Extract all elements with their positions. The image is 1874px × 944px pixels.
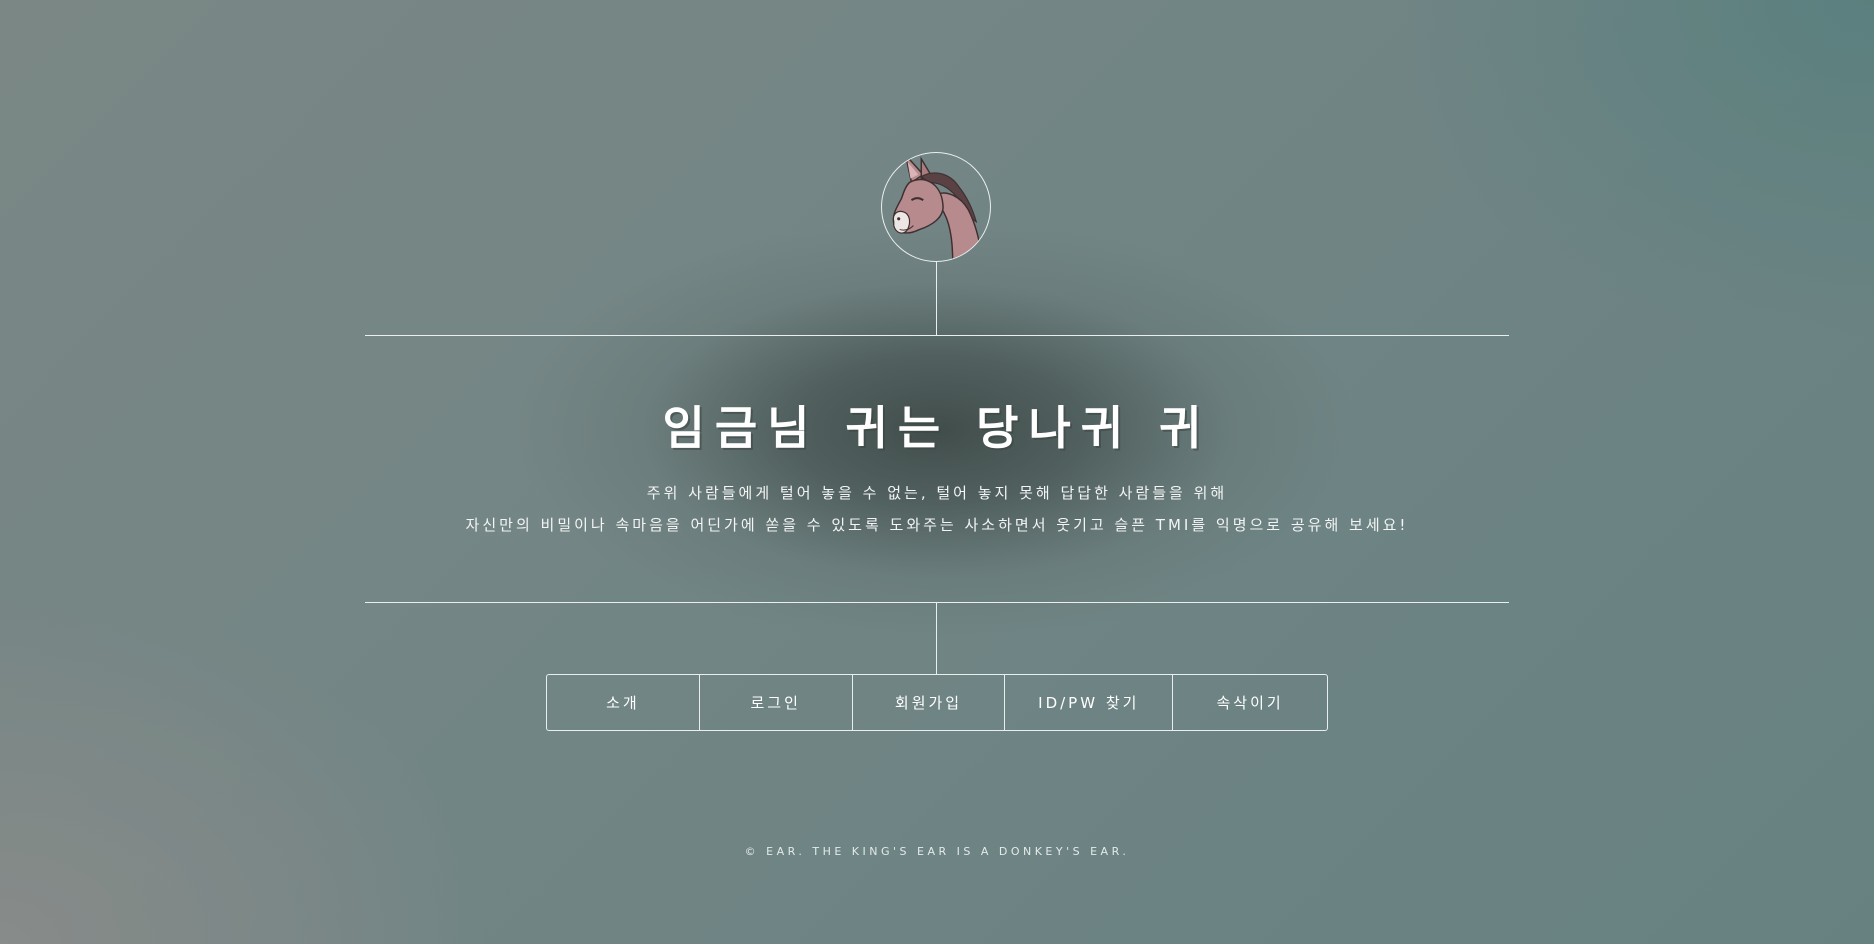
connector-line-top (936, 262, 937, 335)
main-menu: 소개 로그인 회원가입 ID/PW 찾기 속삭이기 (546, 674, 1328, 731)
divider-top (365, 335, 1509, 336)
footer-copyright: © EAR. THE KING'S EAR IS A DONKEY'S EAR. (744, 845, 1130, 858)
description-line-1: 주위 사람들에게 털어 놓을 수 없는, 털어 놓지 못해 답답한 사람들을 위… (646, 484, 1228, 502)
description-line-2: 자신만의 비밀이나 속마음을 어딘가에 쏟을 수 있도록 도와주는 사소하면서 … (465, 516, 1409, 534)
menu-signup-button[interactable]: 회원가입 (853, 675, 1006, 730)
logo-avatar[interactable] (881, 152, 991, 262)
divider-bottom (365, 602, 1509, 603)
menu-intro-button[interactable]: 소개 (547, 675, 700, 730)
menu-whisper-button[interactable]: 속삭이기 (1173, 675, 1327, 730)
connector-line-bottom (936, 603, 937, 675)
page-title: 임금님 귀는 당나귀 귀 (662, 401, 1212, 455)
menu-find-account-button[interactable]: ID/PW 찾기 (1005, 675, 1174, 730)
donkey-icon (892, 153, 983, 261)
menu-login-button[interactable]: 로그인 (700, 675, 853, 730)
